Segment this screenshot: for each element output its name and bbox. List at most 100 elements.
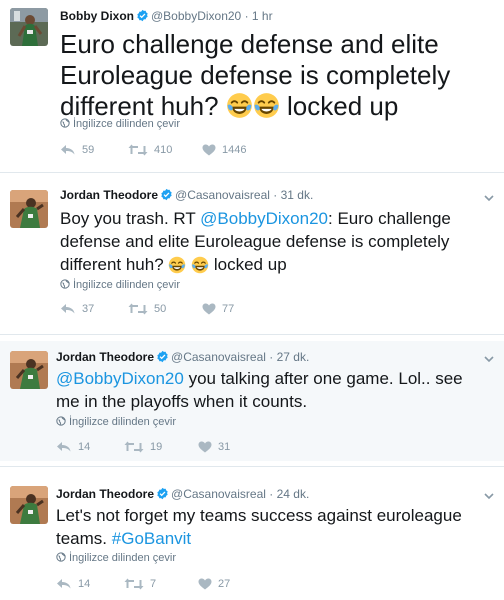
user-handle[interactable]: @Casanovaisreal (171, 350, 266, 364)
retweet-count: 50 (154, 303, 167, 315)
face-with-tears-of-joy-emoji (168, 256, 186, 274)
reply-icon (60, 144, 76, 156)
reply-button[interactable]: 37 (60, 302, 94, 316)
timestamp[interactable]: 27 dk. (277, 350, 310, 364)
globe-icon (56, 416, 66, 426)
hashtag-link[interactable]: #GoBanvit (112, 529, 191, 548)
tweet-header: Jordan Theodore @Casanovaisreal · 31 dk. (60, 188, 313, 202)
avatar[interactable] (10, 190, 48, 228)
user-handle[interactable]: @Casanovaisreal (171, 487, 266, 501)
tweet-bobby-dixon[interactable]: Bobby Dixon @BobbyDixon20 · 1 hr Euro cha… (0, 0, 504, 170)
translate-label: İngilizce dilinden çevir (73, 118, 180, 130)
retweet-icon (128, 144, 148, 156)
retweet-icon (128, 303, 148, 315)
divider (0, 172, 504, 173)
user-handle[interactable]: @BobbyDixon20 (151, 9, 241, 23)
mention-link[interactable]: @BobbyDixon20 (200, 209, 328, 228)
tweet-text-tail: locked up (287, 91, 399, 121)
timestamp[interactable]: 24 dk. (277, 487, 310, 501)
retweet-button[interactable]: 19 (124, 440, 162, 454)
like-count: 31 (218, 441, 231, 453)
globe-icon (56, 552, 66, 562)
verified-badge-icon (156, 350, 169, 363)
reply-icon (56, 441, 72, 453)
divider (0, 466, 504, 467)
face-with-tears-of-joy-emoji (253, 92, 280, 119)
tweet-text: Boy you trash. RT @BobbyDixon20: Euro ch… (60, 207, 490, 276)
translate-label: İngilizce dilinden çevir (73, 279, 180, 291)
tweet-jordan-theodore-3[interactable]: Jordan Theodore @Casanovaisreal · 24 dk. … (0, 476, 504, 600)
retweet-count: 7 (150, 578, 157, 590)
face-with-tears-of-joy-emoji (226, 92, 253, 119)
display-name[interactable]: Jordan Theodore (60, 188, 158, 202)
reply-button[interactable]: 14 (56, 440, 90, 454)
globe-icon (60, 279, 70, 289)
display-name[interactable]: Jordan Theodore (56, 487, 154, 501)
like-count: 77 (222, 303, 235, 315)
tweet-header: Bobby Dixon @BobbyDixon20 · 1 hr (60, 9, 273, 23)
reply-button[interactable]: 14 (56, 577, 90, 591)
translate-label: İngilizce dilinden çevir (69, 416, 176, 428)
separator-dot: · (273, 188, 278, 202)
tweet-text-tail: locked up (213, 255, 287, 274)
display-name[interactable]: Jordan Theodore (56, 350, 154, 364)
like-button[interactable]: 31 (198, 440, 230, 454)
tweet-text: @BobbyDixon20 you talking after one game… (56, 367, 486, 413)
chevron-down-icon[interactable] (484, 194, 494, 202)
globe-icon (60, 118, 70, 128)
verified-badge-icon (160, 188, 173, 201)
face-with-tears-of-joy-emoji (191, 256, 209, 274)
reply-count: 59 (82, 144, 95, 156)
retweet-button[interactable]: 410 (128, 143, 172, 157)
translate-label: İngilizce dilinden çevir (69, 552, 176, 564)
chevron-down-icon[interactable] (484, 492, 494, 500)
translate-link[interactable]: İngilizce dilinden çevir (56, 552, 176, 564)
user-handle[interactable]: @Casanovaisreal (175, 188, 270, 202)
like-count: 1446 (222, 144, 247, 156)
translate-link[interactable]: İngilizce dilinden çevir (56, 416, 176, 428)
timestamp[interactable]: 1 hr (252, 9, 273, 23)
heart-icon (198, 578, 212, 590)
tweet-text-lead: Boy you trash. RT (60, 209, 196, 228)
timestamp[interactable]: 31 dk. (281, 188, 314, 202)
heart-icon (198, 441, 212, 453)
reply-icon (56, 578, 72, 590)
mention-link[interactable]: @BobbyDixon20 (56, 369, 184, 388)
avatar[interactable] (10, 486, 48, 524)
like-count: 27 (218, 578, 231, 590)
verified-badge-icon (136, 9, 149, 22)
separator-dot: · (244, 9, 249, 23)
like-button[interactable]: 77 (202, 302, 234, 316)
tweet-jordan-theodore-2[interactable]: Jordan Theodore @Casanovaisreal · 27 dk. … (0, 341, 504, 461)
translate-link[interactable]: İngilizce dilinden çevir (60, 279, 180, 291)
retweet-count: 410 (154, 144, 173, 156)
retweet-icon (124, 441, 144, 453)
retweet-button[interactable]: 50 (128, 302, 166, 316)
tweet-jordan-theodore-1[interactable]: Jordan Theodore @Casanovaisreal · 31 dk. … (0, 180, 504, 330)
like-button[interactable]: 1446 (202, 143, 246, 157)
reply-count: 14 (78, 578, 91, 590)
separator-dot: · (269, 350, 274, 364)
tweet-header: Jordan Theodore @Casanovaisreal · 24 dk. (56, 487, 309, 501)
divider (0, 334, 504, 335)
tweet-text: Let's not forget my teams success agains… (56, 504, 496, 550)
display-name[interactable]: Bobby Dixon (60, 9, 134, 23)
heart-icon (202, 144, 216, 156)
tweet-text: Euro challenge defense and elite Eurolea… (60, 29, 490, 122)
translate-link[interactable]: İngilizce dilinden çevir (60, 118, 180, 130)
retweet-count: 19 (150, 441, 163, 453)
avatar[interactable] (10, 351, 48, 389)
retweet-button[interactable]: 7 (124, 577, 156, 591)
reply-count: 37 (82, 303, 95, 315)
chevron-down-icon[interactable] (484, 355, 494, 363)
avatar[interactable] (10, 8, 48, 46)
separator-dot: · (269, 487, 274, 501)
retweet-icon (124, 578, 144, 590)
reply-button[interactable]: 59 (60, 143, 94, 157)
tweet-header: Jordan Theodore @Casanovaisreal · 27 dk. (56, 350, 309, 364)
reply-count: 14 (78, 441, 91, 453)
reply-icon (60, 303, 76, 315)
like-button[interactable]: 27 (198, 577, 230, 591)
verified-badge-icon (156, 487, 169, 500)
heart-icon (202, 303, 216, 315)
